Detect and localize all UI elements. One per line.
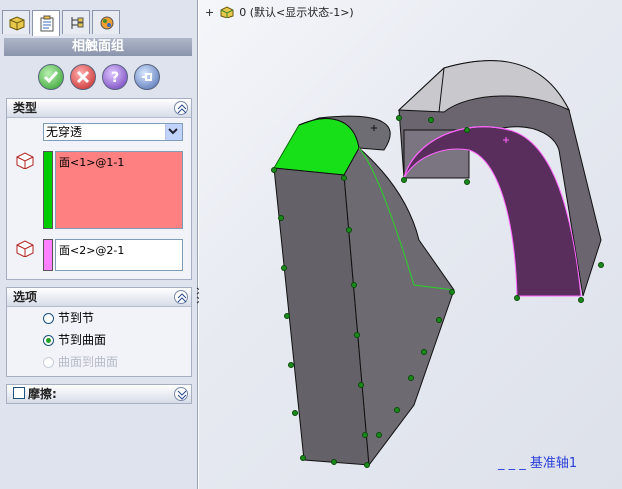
- feature-manager-icon: [9, 16, 25, 31]
- face-selection-icon-1: [15, 151, 35, 172]
- friction-group-header[interactable]: 摩擦:: [7, 385, 191, 403]
- tab-display-manager[interactable]: [92, 10, 120, 34]
- collapse-options-button[interactable]: [174, 290, 188, 304]
- radio-edge-to-surface[interactable]: [43, 335, 54, 346]
- option-edge-to-edge[interactable]: 节到节: [43, 310, 94, 326]
- option-label: 节到节: [58, 311, 95, 325]
- help-icon: ?: [111, 70, 119, 85]
- cancel-icon: [76, 70, 90, 84]
- option-label: 节到曲面: [58, 333, 107, 347]
- collapse-type-button[interactable]: [174, 101, 188, 115]
- ok-icon: [43, 71, 59, 84]
- tab-feature-manager[interactable]: [2, 10, 30, 34]
- axis-dash: _ _ _: [498, 456, 526, 471]
- graphics-viewport[interactable]: + 0 (默认<显示状态-1>) _ _ _ 基准轴1: [199, 0, 622, 489]
- property-manager-panel: 相触面组 ? 类型 无穿透 面<1>@1-1 面<2>@2-1 选项 节到节 节…: [0, 0, 198, 489]
- type-group: 类型 无穿透 面<1>@1-1 面<2>@2-1: [6, 98, 192, 280]
- manager-tabs: [2, 10, 192, 36]
- svg-text:?: ?: [111, 70, 119, 85]
- model-graphics[interactable]: [199, 0, 622, 489]
- chevron-up-icon: [177, 293, 187, 303]
- chevron-down-icon: [168, 128, 178, 135]
- pin-button[interactable]: [134, 64, 160, 90]
- type-group-header[interactable]: 类型: [7, 99, 191, 118]
- contact-type-value: 无穿透: [46, 125, 83, 139]
- panel-title: 相触面组: [4, 38, 192, 56]
- chevron-down-icon: [177, 390, 187, 400]
- option-surface-to-surface: 曲面到曲面: [43, 354, 118, 370]
- display-manager-icon: [100, 16, 114, 30]
- pin-icon: [142, 73, 152, 81]
- property-manager-icon: [40, 15, 54, 32]
- selection1-item[interactable]: 面<1>@1-1: [59, 156, 124, 169]
- tab-property-manager[interactable]: [32, 10, 60, 36]
- selection1-box[interactable]: 面<1>@1-1: [55, 151, 183, 229]
- options-group: 选项 节到节 节到曲面 曲面到曲面: [6, 287, 192, 377]
- ok-button[interactable]: [38, 64, 64, 90]
- radio-edge-to-edge[interactable]: [43, 313, 54, 324]
- dropdown-arrow[interactable]: [165, 124, 182, 140]
- face-icon: [16, 152, 34, 170]
- axis-name: 基准轴1: [529, 456, 578, 471]
- selection2-box[interactable]: 面<2>@2-1: [55, 239, 183, 271]
- face-icon: [16, 240, 34, 258]
- options-group-title: 选项: [13, 290, 38, 304]
- contact-type-select[interactable]: 无穿透: [43, 123, 183, 141]
- chevron-up-icon: [177, 104, 187, 114]
- face-selection-icon-2: [15, 239, 35, 260]
- selection2-item[interactable]: 面<2>@2-1: [59, 244, 124, 257]
- cancel-button[interactable]: [70, 64, 96, 90]
- options-group-header[interactable]: 选项: [7, 288, 191, 307]
- selection2-color-bar: [43, 239, 53, 271]
- option-edge-to-surface[interactable]: 节到曲面: [43, 332, 106, 348]
- type-group-title: 类型: [13, 101, 38, 115]
- option-label: 曲面到曲面: [58, 355, 119, 369]
- help-button[interactable]: ?: [102, 64, 128, 90]
- friction-checkbox[interactable]: [13, 387, 25, 399]
- selection1-color-bar: [43, 151, 53, 229]
- configuration-manager-icon: [71, 17, 84, 29]
- tab-configuration-manager[interactable]: [62, 10, 90, 34]
- expand-friction-button[interactable]: [174, 387, 188, 401]
- datum-axis-label[interactable]: _ _ _ 基准轴1: [498, 452, 577, 471]
- friction-group: 摩擦:: [6, 384, 192, 404]
- friction-group-title: 摩擦:: [28, 387, 57, 401]
- radio-surface-to-surface: [43, 357, 54, 368]
